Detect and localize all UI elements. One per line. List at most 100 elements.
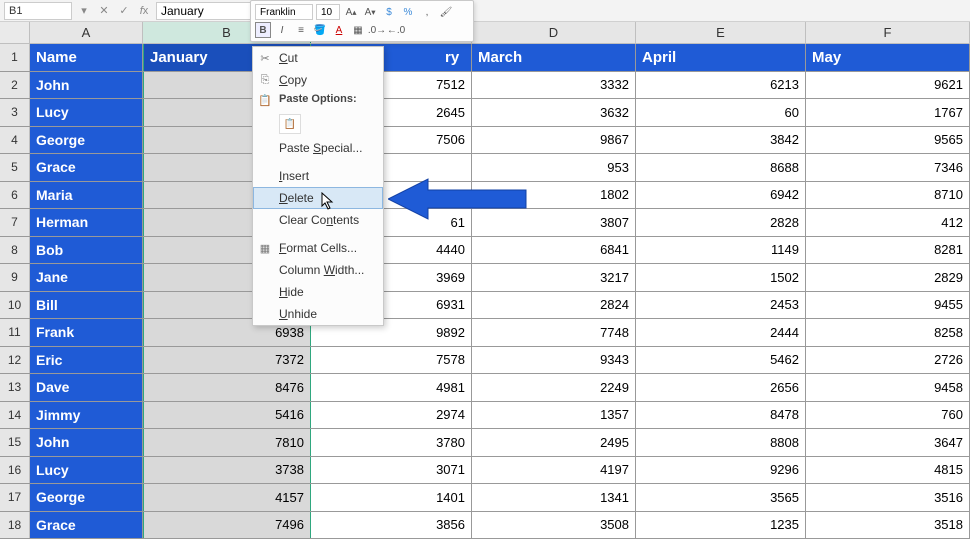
row-header[interactable]: 2 — [0, 72, 30, 99]
row-header[interactable]: 8 — [0, 237, 30, 264]
name-cell[interactable]: George — [30, 127, 143, 154]
row-header[interactable]: 10 — [0, 292, 30, 319]
cell[interactable]: 2249 — [472, 374, 636, 401]
cell[interactable]: 3632 — [472, 99, 636, 126]
cell[interactable]: 3842 — [636, 127, 806, 154]
cell[interactable]: 2656 — [636, 374, 806, 401]
spreadsheet-grid[interactable]: 1 Name January ry March April May 2 John… — [0, 44, 970, 539]
cell[interactable]: 9458 — [806, 374, 970, 401]
cell[interactable]: 2495 — [472, 429, 636, 456]
cell[interactable]: 1149 — [636, 237, 806, 264]
cell[interactable]: 9565 — [806, 127, 970, 154]
borders-icon[interactable]: ▦ — [350, 22, 366, 38]
cell[interactable]: 9621 — [806, 72, 970, 99]
cell[interactable]: 3332 — [472, 72, 636, 99]
enter-icon[interactable]: ✓ — [116, 3, 132, 19]
row-header[interactable]: 4 — [0, 127, 30, 154]
menu-column-width[interactable]: Column Width... — [253, 259, 383, 281]
fill-color-icon[interactable]: 🪣 — [312, 22, 328, 38]
menu-hide[interactable]: Hide — [253, 281, 383, 303]
font-selector[interactable]: Franklin — [255, 4, 313, 20]
cell[interactable]: 5416 — [143, 402, 311, 429]
row-header[interactable]: 13 — [0, 374, 30, 401]
cell[interactable]: 7578 — [311, 347, 472, 374]
cell[interactable]: 8258 — [806, 319, 970, 346]
cell[interactable]: 8478 — [636, 402, 806, 429]
cell-d1[interactable]: March — [472, 44, 636, 71]
menu-copy[interactable]: ⎘ Copy — [253, 69, 383, 91]
align-icon[interactable]: ≡ — [293, 22, 309, 38]
cell[interactable]: 3565 — [636, 484, 806, 511]
row-header[interactable]: 18 — [0, 512, 30, 539]
cell[interactable]: 4197 — [472, 457, 636, 484]
row-header[interactable]: 9 — [0, 264, 30, 291]
cell[interactable]: 2444 — [636, 319, 806, 346]
row-header[interactable]: 17 — [0, 484, 30, 511]
cell[interactable]: 60 — [636, 99, 806, 126]
cell[interactable]: 7372 — [143, 347, 311, 374]
italic-button[interactable]: I — [274, 22, 290, 38]
cell[interactable]: 8710 — [806, 182, 970, 209]
cell[interactable]: 3071 — [311, 457, 472, 484]
decrease-decimal-icon[interactable]: ←.0 — [388, 22, 404, 38]
cell[interactable]: 6213 — [636, 72, 806, 99]
cell-f1[interactable]: May — [806, 44, 970, 71]
name-cell[interactable]: John — [30, 429, 143, 456]
cell[interactable]: 1341 — [472, 484, 636, 511]
cell[interactable]: 3217 — [472, 264, 636, 291]
menu-insert[interactable]: Insert — [253, 165, 383, 187]
cell[interactable]: 1767 — [806, 99, 970, 126]
decrease-font-icon[interactable]: A▾ — [362, 4, 378, 20]
name-cell[interactable]: Herman — [30, 209, 143, 236]
cell[interactable]: 2974 — [311, 402, 472, 429]
cell[interactable]: 1357 — [472, 402, 636, 429]
menu-paste-special[interactable]: Paste Special... — [253, 137, 383, 159]
format-painter-icon[interactable]: 🖌 — [438, 4, 454, 20]
cell[interactable]: 9343 — [472, 347, 636, 374]
menu-unhide[interactable]: Unhide — [253, 303, 383, 325]
cell[interactable]: 8281 — [806, 237, 970, 264]
menu-delete[interactable]: Delete — [253, 187, 383, 209]
increase-font-icon[interactable]: A▴ — [343, 4, 359, 20]
col-header-a[interactable]: A — [30, 22, 143, 43]
bold-button[interactable]: B — [255, 22, 271, 38]
row-header[interactable]: 15 — [0, 429, 30, 456]
font-size-selector[interactable]: 10 — [316, 4, 340, 20]
name-cell[interactable]: Dave — [30, 374, 143, 401]
cell[interactable]: 2726 — [806, 347, 970, 374]
cell[interactable]: 3647 — [806, 429, 970, 456]
cell[interactable]: 3516 — [806, 484, 970, 511]
cell[interactable]: 7810 — [143, 429, 311, 456]
font-color-icon[interactable]: A — [331, 22, 347, 38]
row-header-1[interactable]: 1 — [0, 44, 30, 71]
cell[interactable]: 3518 — [806, 512, 970, 539]
cell[interactable]: 3780 — [311, 429, 472, 456]
name-cell[interactable]: Frank — [30, 319, 143, 346]
cell[interactable]: 1502 — [636, 264, 806, 291]
row-header[interactable]: 6 — [0, 182, 30, 209]
name-cell[interactable]: Grace — [30, 512, 143, 539]
row-header[interactable]: 3 — [0, 99, 30, 126]
menu-format-cells[interactable]: ▦ Format Cells... — [253, 237, 383, 259]
cell[interactable]: 7346 — [806, 154, 970, 181]
row-header[interactable]: 12 — [0, 347, 30, 374]
row-header[interactable]: 7 — [0, 209, 30, 236]
row-header[interactable]: 5 — [0, 154, 30, 181]
accounting-format-icon[interactable]: $ — [381, 4, 397, 20]
cell-a1[interactable]: Name — [30, 44, 143, 71]
cell[interactable]: 8808 — [636, 429, 806, 456]
select-all-corner[interactable] — [0, 22, 30, 43]
namebox-dropdown-icon[interactable]: ▾ — [76, 3, 92, 19]
cell[interactable]: 2453 — [636, 292, 806, 319]
cell[interactable]: 6942 — [636, 182, 806, 209]
name-cell[interactable]: Lucy — [30, 457, 143, 484]
name-cell[interactable]: Grace — [30, 154, 143, 181]
cell[interactable]: 1235 — [636, 512, 806, 539]
cell[interactable]: 2828 — [636, 209, 806, 236]
cell[interactable]: 2824 — [472, 292, 636, 319]
cell[interactable]: 3856 — [311, 512, 472, 539]
name-cell[interactable]: Jimmy — [30, 402, 143, 429]
comma-format-icon[interactable]: , — [419, 4, 435, 20]
menu-clear-contents[interactable]: Clear Contents — [253, 209, 383, 231]
cell[interactable]: 9867 — [472, 127, 636, 154]
